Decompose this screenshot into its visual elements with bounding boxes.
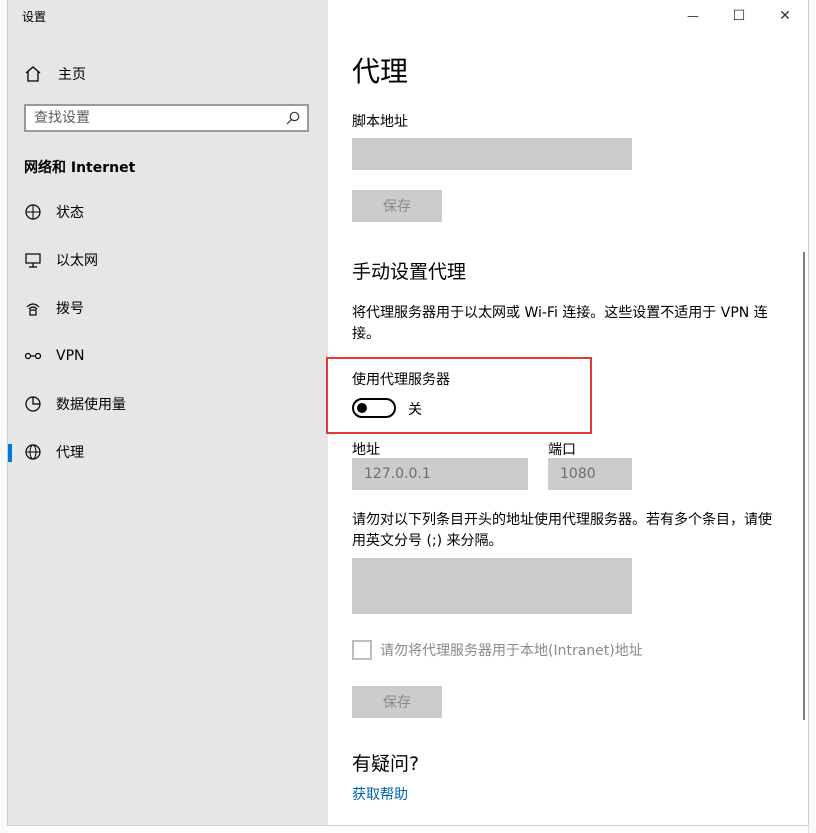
address-label: 地址 xyxy=(352,442,380,458)
dialup-icon xyxy=(26,303,40,316)
manual-proxy-heading: 手动设置代理 xyxy=(352,261,467,283)
sidebar-home-label: 主页 xyxy=(58,67,86,83)
script-address-label: 脚本地址 xyxy=(352,114,408,130)
get-help-link[interactable]: 获取帮助 xyxy=(352,784,408,804)
search-input[interactable] xyxy=(26,109,285,127)
port-input[interactable] xyxy=(548,458,632,490)
bypass-local-checkbox[interactable] xyxy=(352,640,372,660)
bypass-local-label: 请勿将代理服务器用于本地(Intranet)地址 xyxy=(380,643,643,659)
sidebar-item-label: 以太网 xyxy=(56,253,98,269)
settings-window: 设置 主页 网络和 Internet 状态 以太网 拨号 VPN xyxy=(8,0,808,825)
sidebar-item-status[interactable]: 状态 xyxy=(8,192,328,232)
toggle-knob xyxy=(357,403,367,413)
data-usage-icon xyxy=(25,396,41,412)
sidebar-item-label: VPN xyxy=(56,348,85,364)
maximize-button[interactable]: ☐ xyxy=(716,0,762,32)
script-save-button[interactable]: 保存 xyxy=(352,190,442,222)
sidebar-item-label: 数据使用量 xyxy=(56,397,126,413)
scrollbar[interactable] xyxy=(803,252,805,720)
globe-icon xyxy=(25,444,41,460)
close-button[interactable]: ✕ xyxy=(762,0,808,32)
script-address-input[interactable] xyxy=(352,138,632,170)
search-box[interactable] xyxy=(24,104,309,132)
sidebar-item-data-usage[interactable]: 数据使用量 xyxy=(8,384,328,424)
minimize-button[interactable]: — xyxy=(670,0,716,32)
sidebar-item-dialup[interactable]: 拨号 xyxy=(8,288,328,328)
main-content: — ☐ ✕ 代理 脚本地址 保存 手动设置代理 将代理服务器用于以太网或 Wi-… xyxy=(326,0,808,825)
sidebar: 设置 主页 网络和 Internet 状态 以太网 拨号 VPN xyxy=(8,0,328,825)
sidebar-category-title: 网络和 Internet xyxy=(24,160,136,176)
search-icon[interactable] xyxy=(285,110,301,126)
background-window-right xyxy=(808,0,816,833)
sidebar-item-label: 状态 xyxy=(56,205,84,221)
sidebar-item-vpn[interactable]: VPN xyxy=(8,336,328,376)
page-title: 代理 xyxy=(352,55,409,88)
close-icon: ✕ xyxy=(779,8,791,24)
maximize-icon: ☐ xyxy=(732,8,746,24)
exceptions-textarea[interactable] xyxy=(352,558,632,614)
minimize-icon: — xyxy=(687,9,699,23)
sidebar-item-ethernet[interactable]: 以太网 xyxy=(8,240,328,280)
address-input[interactable] xyxy=(352,458,528,490)
sidebar-item-label: 代理 xyxy=(56,445,84,461)
sidebar-item-label: 拨号 xyxy=(56,301,84,317)
manual-proxy-description: 将代理服务器用于以太网或 Wi-Fi 连接。这些设置不适用于 VPN 连接。 xyxy=(352,305,768,342)
status-icon xyxy=(25,204,41,220)
toggle-state-label: 关 xyxy=(408,402,422,418)
exceptions-description: 请勿对以下列条目开头的地址使用代理服务器。若有多个条目，请使用英文分号 (;) … xyxy=(352,512,772,549)
sidebar-item-proxy[interactable]: 代理 xyxy=(8,432,328,472)
vpn-icon xyxy=(24,352,42,360)
home-icon xyxy=(25,66,41,82)
sidebar-home[interactable]: 主页 xyxy=(24,62,86,86)
help-heading: 有疑问? xyxy=(352,753,420,775)
manual-save-button[interactable]: 保存 xyxy=(352,686,442,718)
window-title: 设置 xyxy=(22,10,47,24)
background-window-left xyxy=(0,0,8,833)
active-indicator xyxy=(8,444,12,462)
use-proxy-toggle[interactable] xyxy=(352,398,396,418)
ethernet-icon xyxy=(25,253,41,268)
use-proxy-label: 使用代理服务器 xyxy=(352,372,450,388)
port-label: 端口 xyxy=(548,442,576,458)
